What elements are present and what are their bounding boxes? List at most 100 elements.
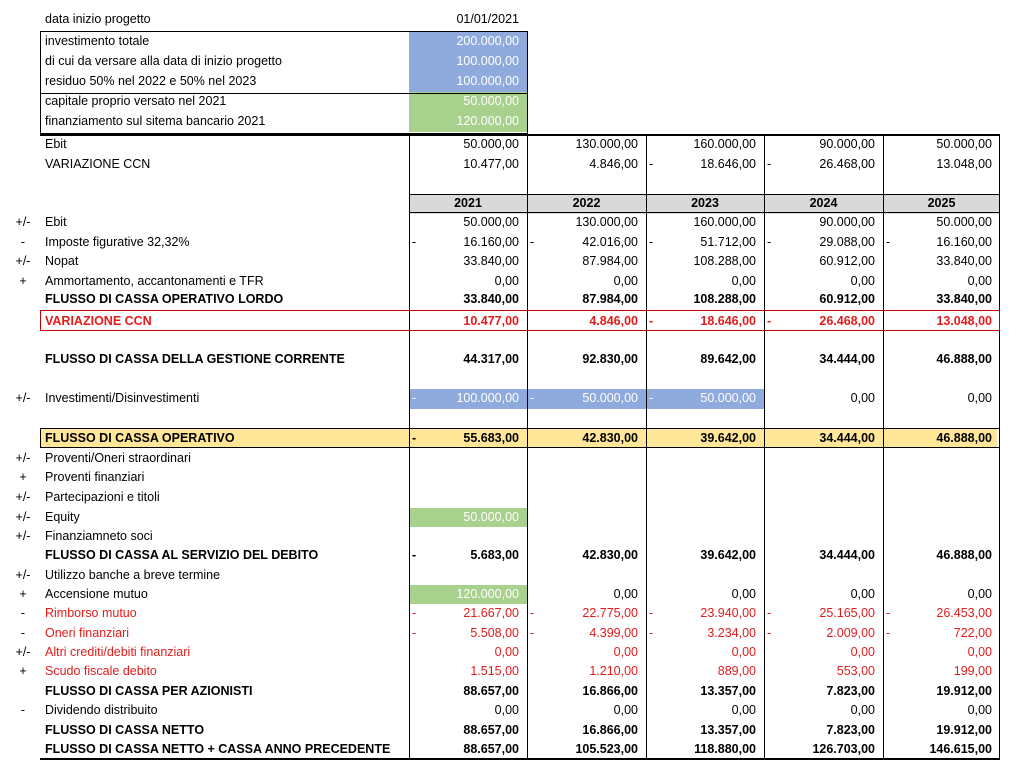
row-value[interactable]: 0,00	[527, 585, 646, 605]
row-value[interactable]: 0,00	[646, 643, 764, 663]
row-value[interactable]: - 5.683,00	[409, 546, 527, 566]
row-value[interactable]: 0,00	[764, 585, 883, 605]
row-label[interactable]: Rimborso mutuo	[45, 604, 410, 624]
row-value[interactable]	[646, 508, 764, 528]
row-value[interactable]: 7.823,00	[764, 721, 883, 741]
row-value[interactable]	[764, 508, 883, 528]
row-value[interactable]: 0,00	[883, 389, 1000, 409]
row-value[interactable]	[646, 468, 764, 488]
row-label[interactable]: Nopat	[45, 252, 410, 272]
row-label[interactable]: Partecipazioni e titoli	[45, 488, 410, 508]
row-value[interactable]: - 16.160,00	[883, 233, 1000, 253]
header-item-label[interactable]: investimento totale	[45, 32, 410, 52]
row-label[interactable]: Scudo fiscale debito	[45, 662, 410, 682]
row-value[interactable]: 0,00	[646, 585, 764, 605]
row-value[interactable]	[646, 488, 764, 508]
row-label[interactable]: Finanziamneto soci	[45, 527, 410, 547]
top-row-value[interactable]: - 18.646,00	[646, 155, 764, 175]
row-label[interactable]: FLUSSO DI CASSA DELLA GESTIONE CORRENTE	[45, 350, 410, 370]
row-value[interactable]: 0,00	[527, 701, 646, 721]
top-row-value[interactable]: 90.000,00	[764, 135, 883, 155]
row-label[interactable]: Proventi finanziari	[45, 468, 410, 488]
row-value[interactable]	[646, 449, 764, 469]
header-item-label[interactable]: di cui da versare alla data di inizio pr…	[45, 52, 410, 72]
row-label[interactable]: Investimenti/Disinvestimenti	[45, 389, 410, 409]
row-value[interactable]: - 4.399,00	[527, 624, 646, 644]
top-row-value[interactable]: 10.477,00	[409, 155, 527, 175]
row-value[interactable]: 88.657,00	[409, 721, 527, 741]
row-value[interactable]: 118.880,00	[646, 740, 764, 760]
header-item-label[interactable]: finanziamento sul sitema bancario 2021	[45, 112, 410, 132]
row-value[interactable]: 42.830,00	[527, 546, 646, 566]
row-value[interactable]: 33.840,00	[883, 290, 1000, 310]
row-value[interactable]: - 50.000,00	[527, 389, 646, 409]
row-label[interactable]: Proventi/Oneri straordinari	[45, 449, 410, 469]
row-value[interactable]: 92.830,00	[527, 350, 646, 370]
row-value[interactable]: 108.288,00	[646, 252, 764, 272]
header-item-value[interactable]: 100.000,00	[409, 52, 527, 72]
top-row-label[interactable]: Ebit	[45, 135, 410, 155]
row-label[interactable]: Equity	[45, 508, 410, 528]
start-date-label[interactable]: data inizio progetto	[45, 10, 410, 30]
top-row-value[interactable]: 130.000,00	[527, 135, 646, 155]
row-label[interactable]: FLUSSO DI CASSA AL SERVIZIO DEL DEBITO	[45, 546, 410, 566]
row-value[interactable]: 89.642,00	[646, 350, 764, 370]
row-value[interactable]	[527, 488, 646, 508]
row-value[interactable]: 33.840,00	[409, 252, 527, 272]
row-value[interactable]: 0,00	[409, 272, 527, 292]
row-value[interactable]: 0,00	[646, 272, 764, 292]
row-label[interactable]: Ebit	[45, 213, 410, 233]
row-value[interactable]: 7.823,00	[764, 682, 883, 702]
row-value[interactable]: 34.444,00	[764, 350, 883, 370]
row-value[interactable]: 39.642,00	[646, 546, 764, 566]
row-value[interactable]: 87.984,00	[527, 290, 646, 310]
row-value[interactable]: 88.657,00	[409, 740, 527, 760]
row-value[interactable]	[409, 449, 527, 469]
row-value[interactable]: 0,00	[527, 272, 646, 292]
row-value[interactable]: 553,00	[764, 662, 883, 682]
row-value[interactable]: 60.912,00	[764, 290, 883, 310]
row-value[interactable]: - 50.000,00	[646, 389, 764, 409]
row-value[interactable]: 0,00	[883, 701, 1000, 721]
row-value[interactable]: - 23.940,00	[646, 604, 764, 624]
row-value[interactable]: 19.912,00	[883, 721, 1000, 741]
row-value[interactable]	[764, 488, 883, 508]
row-value[interactable]: - 100.000,00	[409, 389, 527, 409]
row-value[interactable]: 0,00	[409, 643, 527, 663]
header-item-value[interactable]: 120.000,00	[409, 112, 527, 132]
row-label[interactable]: Oneri finanziari	[45, 624, 410, 644]
row-value[interactable]: 0,00	[883, 585, 1000, 605]
row-value[interactable]	[764, 527, 883, 547]
row-value[interactable]: 0,00	[764, 389, 883, 409]
row-value[interactable]	[883, 449, 1000, 469]
row-value[interactable]: 0,00	[409, 701, 527, 721]
row-value[interactable]: 0,00	[883, 643, 1000, 663]
row-value[interactable]: - 722,00	[883, 624, 1000, 644]
row-value[interactable]: - 22.775,00	[527, 604, 646, 624]
row-label[interactable]: Imposte figurative 32,32%	[45, 233, 410, 253]
row-value[interactable]: 33.840,00	[409, 290, 527, 310]
row-value[interactable]	[883, 508, 1000, 528]
header-item-label[interactable]: capitale proprio versato nel 2021	[45, 92, 410, 112]
row-value[interactable]	[409, 566, 527, 586]
header-item-value[interactable]: 100.000,00	[409, 72, 527, 92]
row-value[interactable]: 50.000,00	[409, 507, 527, 527]
row-value[interactable]	[527, 468, 646, 488]
row-value[interactable]: 105.523,00	[527, 740, 646, 760]
row-value[interactable]: 120.000,00	[409, 584, 527, 604]
top-row-value[interactable]: 50.000,00	[409, 135, 527, 155]
row-value[interactable]: 19.912,00	[883, 682, 1000, 702]
row-value[interactable]: 44.317,00	[409, 350, 527, 370]
row-value[interactable]: 46.888,00	[883, 350, 1000, 370]
row-value[interactable]: - 26.453,00	[883, 604, 1000, 624]
row-value[interactable]: 60.912,00	[764, 252, 883, 272]
row-value[interactable]: 130.000,00	[527, 213, 646, 233]
row-label[interactable]: FLUSSO DI CASSA NETTO	[45, 721, 410, 741]
top-row-value[interactable]: - 26.468,00	[764, 155, 883, 175]
row-value[interactable]	[409, 527, 527, 547]
row-value[interactable]: 1.210,00	[527, 662, 646, 682]
row-value[interactable]: - 2.009,00	[764, 624, 883, 644]
spreadsheet[interactable]: data inizio progetto 01/01/2021 investimen…	[0, 0, 1013, 770]
header-item-value[interactable]: 200.000,00	[409, 32, 527, 52]
row-value[interactable]	[883, 566, 1000, 586]
